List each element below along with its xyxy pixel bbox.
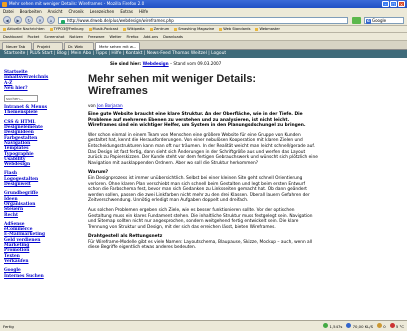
sidebar-link[interactable]: Neu hier? [4, 86, 84, 91]
tab[interactable]: Neuer Tab [2, 42, 32, 50]
toolbar-item[interactable]: Notizen [69, 33, 83, 40]
go-button[interactable] [352, 17, 361, 24]
sidebar-link[interactable]: Designwelt [4, 182, 84, 187]
status-text: Fertig [3, 323, 14, 329]
tab-bar: Neuer Tab Projekt Dr. Web Mehr sehen mit w.… [0, 41, 407, 50]
reload-icon[interactable]: ↻ [25, 16, 33, 24]
bookmarks-toolbar: Aktuelle Nachrichten TYPO3@Freiburg Musik-… [0, 26, 407, 33]
home-icon[interactable]: ⌂ [47, 16, 55, 24]
article-lead: Eine gute Website braucht eine klare Str… [88, 112, 306, 129]
google-icon: G [366, 19, 371, 24]
sidebar-link[interactable]: Internes Suchen [4, 274, 84, 279]
toolbar-item[interactable]: Freeware [88, 33, 104, 40]
sidebar-link[interactable]: Verkaufen [4, 259, 84, 264]
sidebar-group: Startseite Inhaltsverzeichnis A-Z Neu hier? [4, 70, 84, 91]
paragraph: Ein Designprozess ist immer unübersichtl… [88, 175, 310, 204]
sidebar-group: Flash Logogestalten Designwelt [4, 171, 84, 187]
toolbar-item[interactable]: Firefox [127, 33, 139, 40]
page-title: Mehr sehen mit weniger Details: Wirefram… [88, 73, 257, 97]
bookmark-item[interactable]: TYPO3@Freiburg [50, 26, 84, 32]
sidebar-group: AdSense eCommerce E-Mailmarketing Geld verd… [4, 222, 84, 264]
status-indicator-icon [346, 323, 352, 328]
browser-window: Mehr sehen mit weniger Details: Wirefram… [0, 0, 407, 331]
byline: von Jon Borjaran [88, 103, 123, 108]
bookmark-item[interactable]: Zentrum [150, 26, 170, 32]
status-item: 5 °C [389, 321, 404, 331]
favicon [61, 19, 65, 24]
sidebar-link[interactable]: Themenspiele [4, 110, 84, 115]
menu-bar: Datei Bearbeiten Ansicht Chronik Lesezeichen… [0, 8, 407, 15]
bookmark-item[interactable]: Web Standards [219, 26, 250, 32]
window-title: Mehr sehen mit weniger Details: Wirefram… [9, 1, 145, 6]
bookmark-item[interactable]: Musik-Podcast [89, 26, 119, 32]
toolbar-item[interactable]: Dashboard [3, 33, 23, 40]
url-text: http://www.drweb.de/plus/webdesign/wiref… [67, 18, 174, 23]
page-content: Sie sind hier: Webdesign – Stand vom 09.… [0, 58, 407, 320]
bookmark-item[interactable]: Aktuelle Nachrichten [3, 26, 45, 32]
article: Mehr sehen mit weniger Details: Wirefram… [88, 73, 318, 255]
bookmark-item[interactable]: Wikipedia [123, 26, 145, 32]
minimize-button[interactable]: – [382, 1, 389, 7]
status-item: 0 [376, 321, 386, 331]
bookmark-item[interactable]: Webmaster [255, 26, 280, 32]
author-link[interactable]: Jon Borjaran [97, 103, 123, 108]
breadcrumb: Sie sind hier: Webdesign – Stand vom 09.… [110, 61, 222, 66]
sidebar-group: Intranet & Menus Themenspiele [4, 105, 84, 116]
tab[interactable]: Mehr sehen mit w... [95, 42, 141, 50]
title-bar: Mehr sehen mit weniger Details: Wirefram… [0, 0, 407, 8]
forward-icon[interactable]: ▶ [14, 16, 22, 24]
address-bar[interactable]: http://www.drweb.de/plus/webdesign/wiref… [58, 17, 348, 24]
search-input[interactable]: G Google [364, 17, 404, 24]
bookmark-item[interactable]: Smashing Magazine [174, 26, 214, 32]
status-item: 70,00 KL/S [346, 321, 373, 331]
menu-item-hilfe[interactable]: Hilfe [139, 8, 148, 15]
status-bar: Fertig 1,547s 70,00 KL/S 0 5 °C [0, 320, 407, 331]
sidebar-group: Grundbegriffe Ideen Organisation Steuern Rec… [4, 191, 84, 217]
status-indicator-icon [376, 323, 382, 328]
close-button[interactable]: × [398, 1, 405, 7]
breadcrumb-link[interactable]: Webdesign [143, 61, 169, 66]
toolbar-item[interactable]: Add-ons [143, 33, 158, 40]
sidebar-group: Google Internes Suchen [4, 268, 84, 279]
paragraph: Wer schon einmal in einem Team von Mensc… [88, 132, 318, 166]
paragraph: Für Wireframe-Modelle gibt es viele Name… [88, 239, 313, 251]
sidebar: Startseite Inhaltsverzeichnis A-Z Neu hier?… [4, 70, 84, 283]
menu-item-chronik[interactable]: Chronik [68, 8, 83, 15]
back-icon[interactable]: ◀ [3, 16, 11, 24]
extensions-toolbar: Dashboard Pocket Screenshot Notizen Freeware… [0, 33, 407, 41]
toolbar-item[interactable]: Wetter [109, 33, 121, 40]
tab[interactable]: Projekt [33, 42, 63, 50]
toolbar-item[interactable]: Screenshot [44, 33, 64, 40]
sidebar-group: CSS & HTML Designelemente Designideen Farbg… [4, 120, 84, 168]
sidebar-link[interactable]: Webdesign [4, 162, 84, 167]
site-navigation[interactable]: Startseite | PLUS Start | Blog | Mein Ab… [0, 50, 407, 58]
menu-item-extras[interactable]: Extras [120, 8, 133, 15]
tab[interactable]: Dr. Web [64, 42, 94, 50]
paragraph: Aus solchen Problemen ergeben sich Ziele… [88, 207, 313, 230]
toolbar-item[interactable]: Pocket [28, 33, 40, 40]
firefox-icon [2, 1, 7, 7]
menu-item-bearbeiten[interactable]: Bearbeiten [20, 8, 42, 15]
status-indicator-icon [323, 323, 329, 328]
menu-item-ansicht[interactable]: Ansicht [48, 8, 63, 15]
status-indicator-icon [389, 323, 395, 328]
sidebar-search-input[interactable]: suchen... [4, 95, 38, 103]
menu-item-datei[interactable]: Datei [3, 8, 14, 15]
sidebar-link[interactable]: Recht [4, 213, 84, 218]
stop-icon[interactable]: ✕ [36, 16, 44, 24]
toolbar-item[interactable]: Downloads [163, 33, 183, 40]
menu-item-lesezeichen[interactable]: Lesezeichen [90, 8, 115, 15]
status-item: 1,547s [323, 321, 342, 331]
maximize-button[interactable]: □ [390, 1, 397, 7]
